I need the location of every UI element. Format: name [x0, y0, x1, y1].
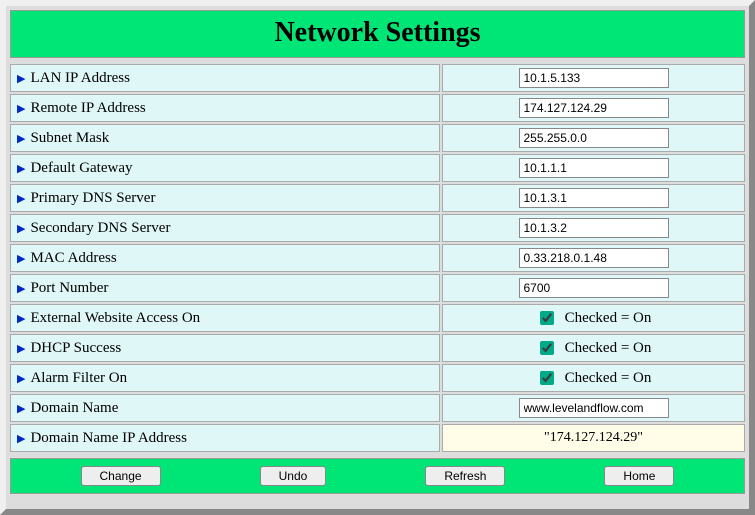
label-domain-name: ▶ Domain Name: [10, 394, 440, 422]
arrow-icon: ▶: [17, 252, 25, 265]
label-dns2: ▶ Secondary DNS Server: [10, 214, 440, 242]
external-access-checkbox[interactable]: [540, 311, 554, 325]
button-bar: Change Undo Refresh Home: [10, 458, 745, 494]
arrow-icon: ▶: [17, 312, 25, 325]
label-external-access: ▶ External Website Access On: [10, 304, 440, 332]
dhcp-checkbox[interactable]: [540, 341, 554, 355]
arrow-icon: ▶: [17, 102, 25, 115]
label-dns1: ▶ Primary DNS Server: [10, 184, 440, 212]
domain-ip-value: "174.127.124.29": [442, 424, 745, 452]
row-dns2: ▶ Secondary DNS Server: [10, 214, 745, 242]
row-subnet: ▶ Subnet Mask: [10, 124, 745, 152]
row-domain-ip: ▶ Domain Name IP Address "174.127.124.29…: [10, 424, 745, 452]
row-dhcp: ▶ DHCP Success Checked = On: [10, 334, 745, 362]
arrow-icon: ▶: [17, 192, 25, 205]
label-alarm: ▶ Alarm Filter On: [10, 364, 440, 392]
arrow-icon: ▶: [17, 372, 25, 385]
row-dns1: ▶ Primary DNS Server: [10, 184, 745, 212]
dns2-input[interactable]: [519, 218, 669, 238]
arrow-icon: ▶: [17, 342, 25, 355]
label-subnet: ▶ Subnet Mask: [10, 124, 440, 152]
row-lan-ip: ▶ LAN IP Address: [10, 64, 745, 92]
label-mac: ▶ MAC Address: [10, 244, 440, 272]
mac-input[interactable]: [519, 248, 669, 268]
row-port: ▶ Port Number: [10, 274, 745, 302]
row-mac: ▶ MAC Address: [10, 244, 745, 272]
arrow-icon: ▶: [17, 282, 25, 295]
arrow-icon: ▶: [17, 72, 25, 85]
refresh-button[interactable]: Refresh: [425, 466, 505, 486]
label-lan-ip: ▶ LAN IP Address: [10, 64, 440, 92]
arrow-icon: ▶: [17, 402, 25, 415]
checkbox-hint: Checked = On: [565, 370, 652, 387]
label-port: ▶ Port Number: [10, 274, 440, 302]
row-domain-name: ▶ Domain Name: [10, 394, 745, 422]
port-input[interactable]: [519, 278, 669, 298]
change-button[interactable]: Change: [81, 466, 161, 486]
row-external-access: ▶ External Website Access On Checked = O…: [10, 304, 745, 332]
title-bar: Network Settings: [10, 10, 745, 58]
remote-ip-input[interactable]: [519, 98, 669, 118]
page-title: Network Settings: [11, 17, 744, 49]
label-domain-ip: ▶ Domain Name IP Address: [10, 424, 440, 452]
lan-ip-input[interactable]: [519, 68, 669, 88]
arrow-icon: ▶: [17, 222, 25, 235]
arrow-icon: ▶: [17, 432, 25, 445]
checkbox-hint: Checked = On: [565, 340, 652, 357]
label-gateway: ▶ Default Gateway: [10, 154, 440, 182]
gateway-input[interactable]: [519, 158, 669, 178]
row-remote-ip: ▶ Remote IP Address: [10, 94, 745, 122]
checkbox-hint: Checked = On: [565, 310, 652, 327]
arrow-icon: ▶: [17, 162, 25, 175]
form-area: ▶ LAN IP Address ▶ Remote IP Address ▶ S…: [10, 64, 745, 452]
settings-panel: Network Settings ▶ LAN IP Address ▶ Remo…: [0, 0, 755, 515]
row-gateway: ▶ Default Gateway: [10, 154, 745, 182]
subnet-input[interactable]: [519, 128, 669, 148]
home-button[interactable]: Home: [604, 466, 674, 486]
dns1-input[interactable]: [519, 188, 669, 208]
label-remote-ip: ▶ Remote IP Address: [10, 94, 440, 122]
undo-button[interactable]: Undo: [260, 466, 327, 486]
domain-name-input[interactable]: [519, 398, 669, 418]
row-alarm: ▶ Alarm Filter On Checked = On: [10, 364, 745, 392]
arrow-icon: ▶: [17, 132, 25, 145]
label-dhcp: ▶ DHCP Success: [10, 334, 440, 362]
alarm-checkbox[interactable]: [540, 371, 554, 385]
